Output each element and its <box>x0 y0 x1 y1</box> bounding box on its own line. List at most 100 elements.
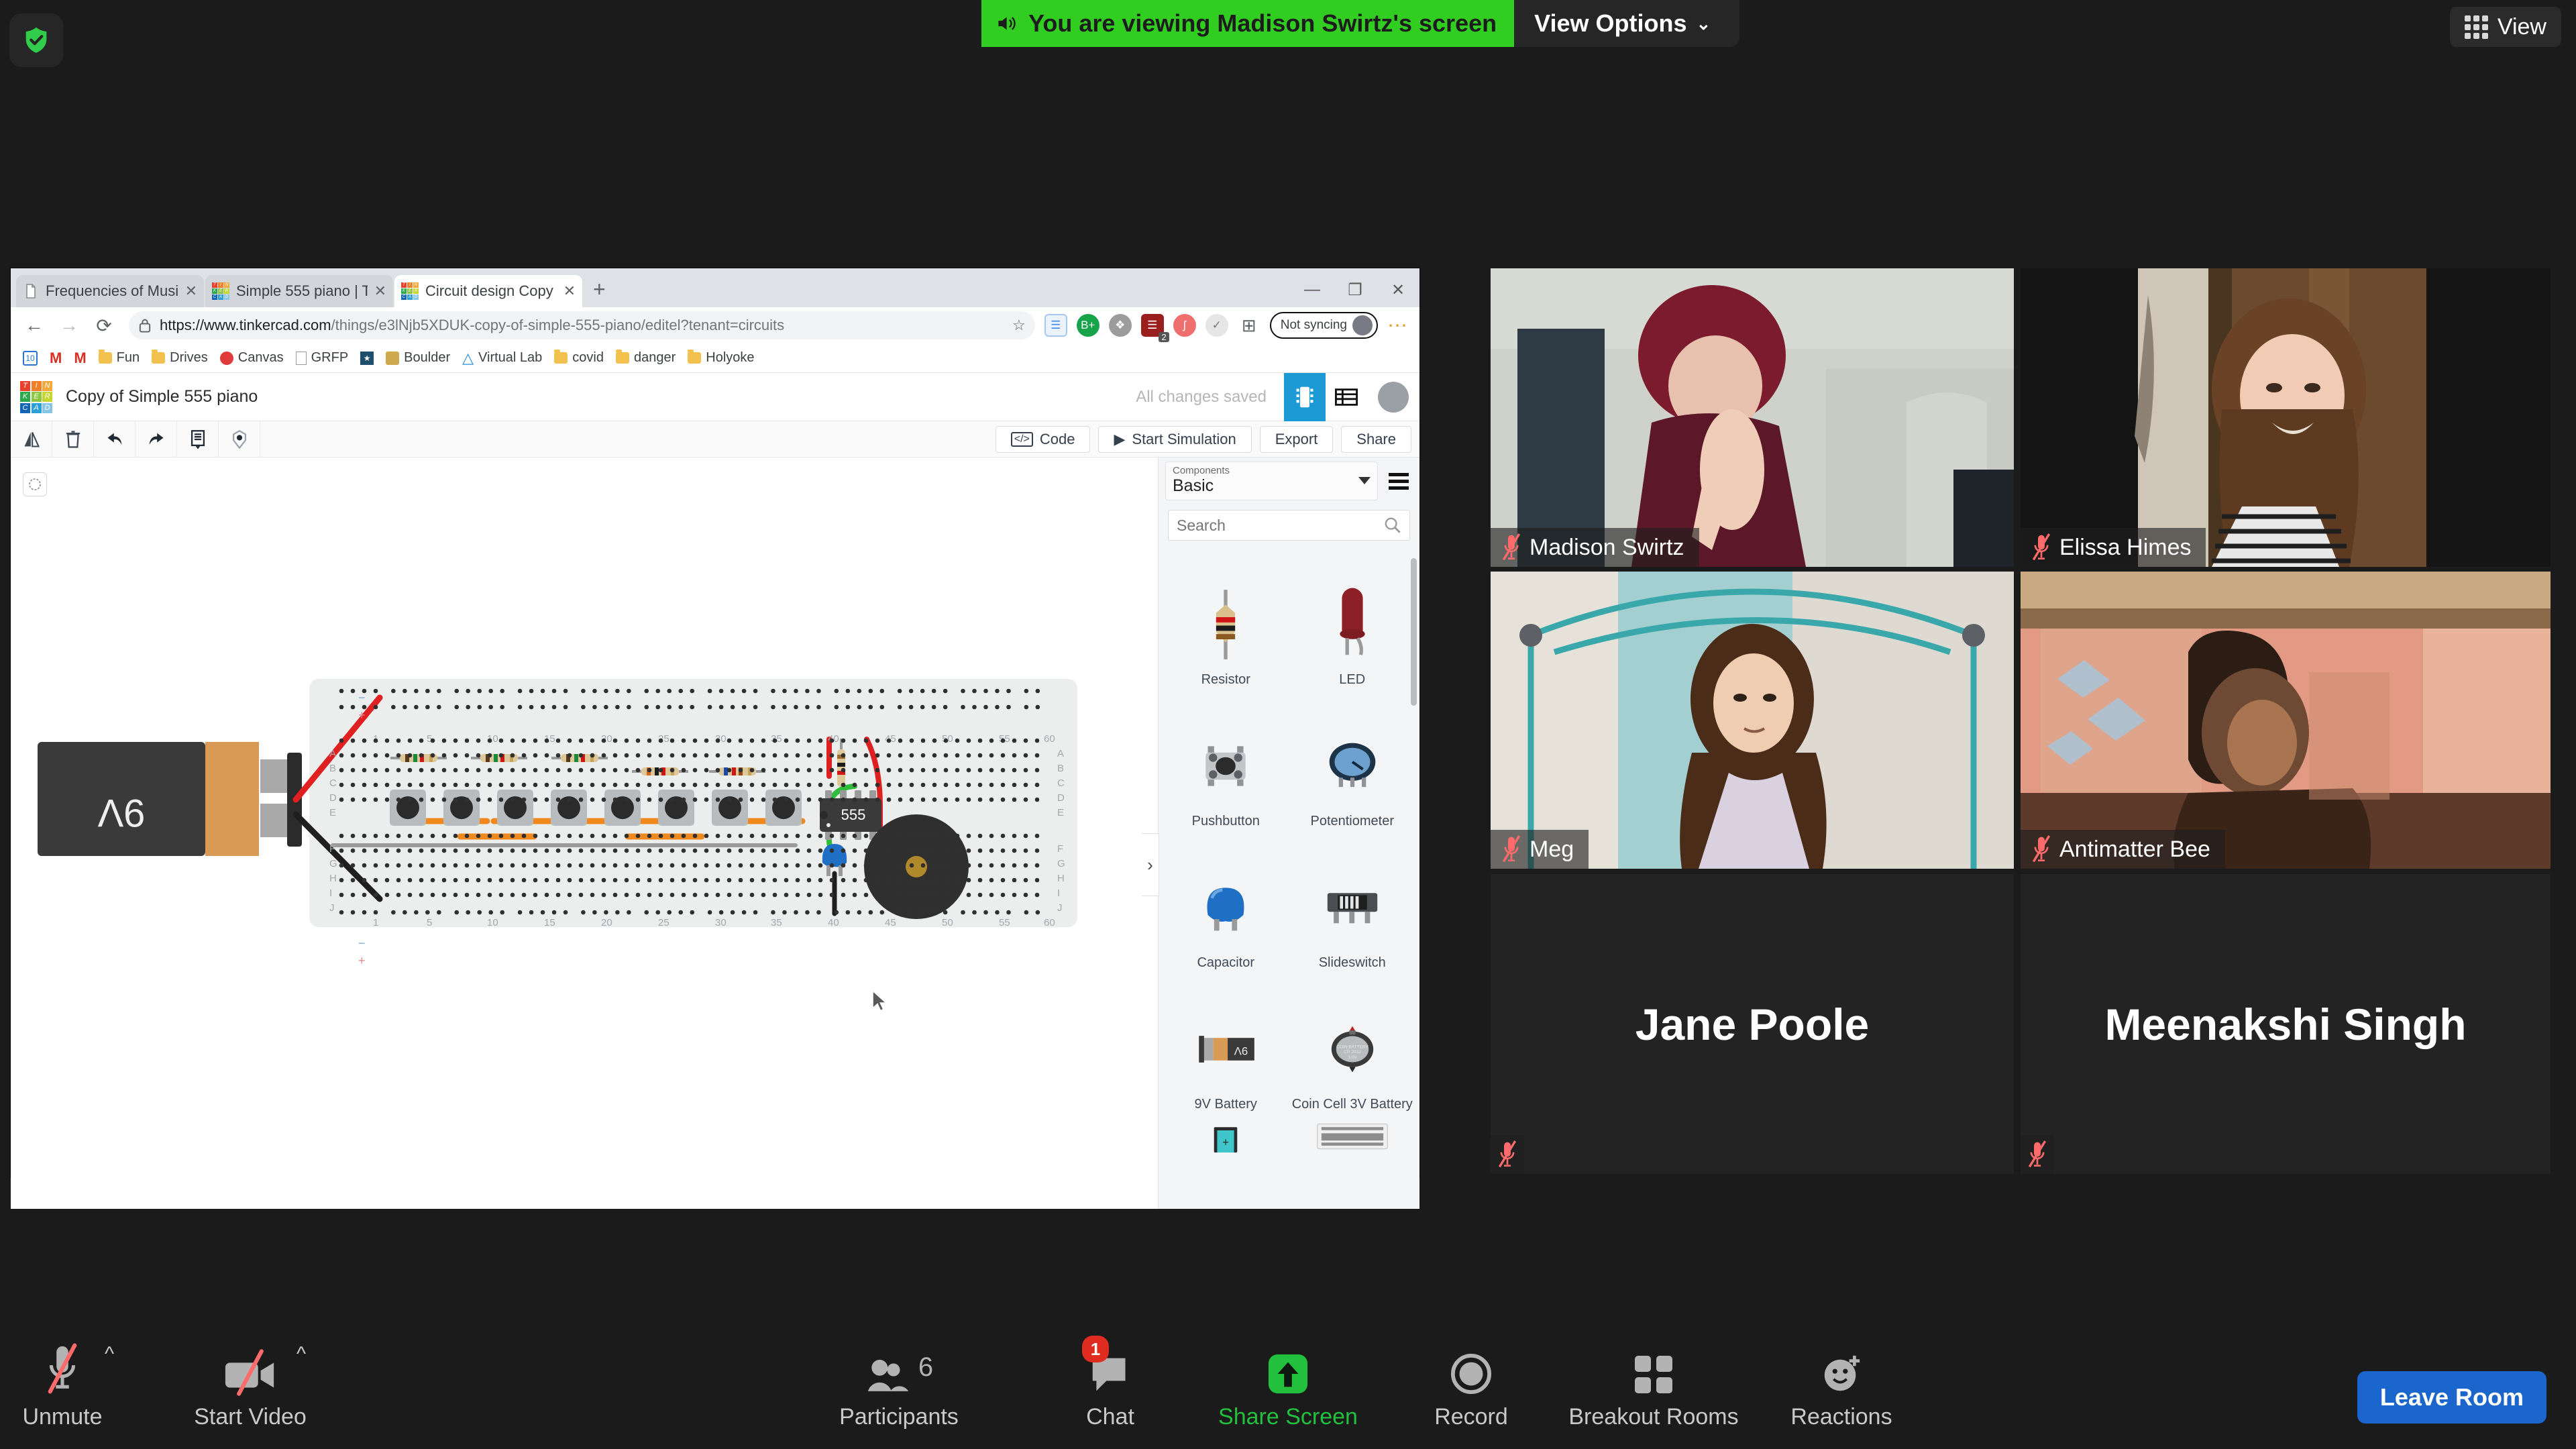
leave-room-button[interactable]: Leave Room <box>2357 1371 2546 1424</box>
video-tile-elissa-himes[interactable]: Elissa Himes <box>2021 268 2551 567</box>
svg-text:H: H <box>329 873 337 884</box>
bookmark-item[interactable]: M <box>70 350 90 367</box>
circuit-view-toggle[interactable] <box>1284 372 1326 421</box>
tinkercad-logo[interactable]: TIN KER CAD <box>20 380 52 413</box>
record-button[interactable]: Record <box>1394 1340 1548 1430</box>
participant-nametag <box>1491 1135 1524 1174</box>
rotate-tool[interactable] <box>11 421 52 458</box>
chat-button[interactable]: 1 Chat <box>1033 1336 1187 1430</box>
browser-tab-1[interactable]: TIN KER CAD Simple 555 piano | Tinkercad… <box>205 275 393 307</box>
list-icon[interactable] <box>1383 472 1414 490</box>
video-tile-meenakshi-singh[interactable]: Meenakshi Singh <box>2021 874 2551 1174</box>
code-button[interactable]: </> Code <box>995 425 1091 453</box>
close-icon[interactable]: ✕ <box>185 282 197 300</box>
bookmark-item[interactable]: M <box>46 350 66 367</box>
minimize-button[interactable]: — <box>1291 272 1334 307</box>
address-bar[interactable]: https://www.tinkercad.com/things/e3lNjb5… <box>129 311 1035 339</box>
browser-tab-2[interactable]: TIN KER CAD Circuit design Copy of Simpl… <box>394 275 582 307</box>
view-options-button[interactable]: View Options ⌄ <box>1514 9 1731 38</box>
circuit-canvas[interactable]: 9V 555 A B C D E F G H I J A B C D E F G… <box>11 458 1158 1209</box>
check-extension-icon[interactable]: ✓ <box>1205 314 1228 337</box>
delete-tool[interactable] <box>52 421 94 458</box>
breakout-rooms-button[interactable]: Breakout Rooms <box>1543 1340 1764 1430</box>
profile-avatar[interactable] <box>1352 315 1373 335</box>
lastpass-extension-icon[interactable]: ☰ 2 <box>1140 314 1169 342</box>
share-button[interactable]: Share <box>1341 425 1411 453</box>
video-tile-meg[interactable]: Meg <box>1491 572 2014 869</box>
notes-tool[interactable] <box>177 421 219 458</box>
export-button[interactable]: Export <box>1259 425 1334 453</box>
grey-extension-icon[interactable]: ❖ <box>1108 314 1132 337</box>
components-category-select[interactable]: Components Basic <box>1165 462 1378 500</box>
bookmark-item-danger[interactable]: danger <box>612 350 680 366</box>
participants-button[interactable]: 6 Participants <box>822 1340 976 1430</box>
bookmark-item-grfp[interactable]: GRFP <box>292 350 353 366</box>
user-avatar[interactable] <box>1378 381 1409 413</box>
component-coin-cell[interactable]: COIN BATTERY CR 2032 3.0V Coin Cell 3V Bat… <box>1289 979 1416 1116</box>
overflow-menu-icon[interactable]: ⋯ <box>1387 314 1407 337</box>
video-tile-antimatter-bee[interactable]: Antimatter Bee <box>2021 572 2551 869</box>
bookmark-item-drives[interactable]: Drives <box>148 350 212 366</box>
bookmark-item-virtual-lab[interactable]: △ Virtual Lab <box>458 350 546 367</box>
panel-collapse-button[interactable]: › <box>1142 833 1159 896</box>
component-potentiometer[interactable]: Potentiometer <box>1289 696 1416 833</box>
component-partial-battery[interactable]: + <box>1163 1120 1289 1161</box>
component-capacitor[interactable]: Capacitor <box>1163 837 1289 975</box>
visibility-tool[interactable] <box>219 421 260 458</box>
browser-tab-0[interactable]: Frequencies of Musical Notes, A4 ✕ <box>16 275 204 307</box>
maximize-button[interactable]: ❐ <box>1334 272 1377 307</box>
start-simulation-button[interactable]: ▶ Start Simulation <box>1098 425 1252 453</box>
fit-to-view-button[interactable] <box>23 472 47 496</box>
close-window-button[interactable]: ✕ <box>1377 272 1419 307</box>
svg-text:A: A <box>329 748 336 759</box>
audio-options-caret-icon[interactable]: ^ <box>105 1343 114 1366</box>
undo-arrow-icon <box>107 433 121 445</box>
share-screen-button[interactable]: Share Screen <box>1211 1340 1365 1430</box>
meeting-security-badge[interactable] <box>9 13 63 67</box>
add-profile-icon[interactable]: ⊞ <box>1238 314 1260 337</box>
video-options-caret-icon[interactable]: ^ <box>297 1343 306 1366</box>
reactions-button[interactable]: Reactions <box>1764 1340 1919 1430</box>
view-layout-button[interactable]: View <box>2449 7 2561 47</box>
search-input[interactable] <box>1177 516 1384 535</box>
bookmark-item[interactable]: 10 <box>19 350 42 366</box>
new-tab-button[interactable]: + <box>593 277 606 302</box>
bookmark-item-covid[interactable]: covid <box>550 350 608 366</box>
component-partial-breadboard[interactable] <box>1289 1120 1416 1161</box>
component-9v-battery[interactable]: 9V 9V Battery <box>1163 979 1289 1116</box>
component-pushbutton[interactable]: Pushbutton <box>1163 696 1289 833</box>
components-search-box[interactable] <box>1168 510 1410 541</box>
video-tile-madison-swirtz[interactable]: Madison Swirtz <box>1491 268 2014 567</box>
close-icon[interactable]: ✕ <box>374 282 386 300</box>
component-resistor[interactable]: Resistor <box>1163 554 1289 692</box>
close-icon[interactable]: ✕ <box>564 282 576 300</box>
bookmark-item[interactable]: ★ <box>356 351 378 365</box>
svg-text:D: D <box>329 792 337 804</box>
grammarly-extension-icon[interactable]: B+ <box>1076 314 1099 337</box>
back-icon[interactable]: ← <box>19 310 50 341</box>
bookmark-item-boulder[interactable]: Boulder <box>382 350 454 366</box>
project-title[interactable]: Copy of Simple 555 piano <box>66 387 258 407</box>
unmute-button[interactable]: Unmute ^ <box>0 1340 140 1430</box>
bookmark-item-holyoke[interactable]: Holyoke <box>684 350 758 366</box>
video-tile-jane-poole[interactable]: Jane Poole <box>1491 874 2014 1174</box>
component-slideswitch[interactable]: Slideswitch <box>1289 837 1416 975</box>
list-view-toggle[interactable] <box>1326 373 1367 421</box>
bookmark-item-fun[interactable]: Fun <box>95 350 144 366</box>
bookmark-item-canvas[interactable]: Canvas <box>216 350 288 366</box>
undo-tool[interactable] <box>94 421 136 458</box>
component-led[interactable]: LED <box>1289 554 1416 692</box>
docs-extension-icon[interactable]: ☰ <box>1044 314 1067 337</box>
circuit-diagram[interactable]: 9V 555 ABCDE FGHIJ ABCDE FGHIJ 1 5 10 15… <box>24 672 1205 994</box>
reload-icon[interactable]: ⟳ <box>89 310 119 341</box>
redo-tool[interactable] <box>136 421 177 458</box>
bookmark-star-icon[interactable]: ☆ <box>1012 317 1026 334</box>
tinkercad-header-right: All changes saved <box>1136 372 1419 421</box>
tinkercad-icon: TIN KER CAD <box>401 282 419 300</box>
components-scrollbar[interactable] <box>1411 558 1417 706</box>
start-video-button[interactable]: Start Video ^ <box>173 1340 327 1430</box>
forward-icon[interactable]: → <box>54 310 85 341</box>
pink-extension-icon[interactable]: ʃ <box>1173 314 1196 337</box>
sync-status-pill[interactable]: Not syncing <box>1269 312 1378 339</box>
mouse-cursor <box>872 989 888 1012</box>
